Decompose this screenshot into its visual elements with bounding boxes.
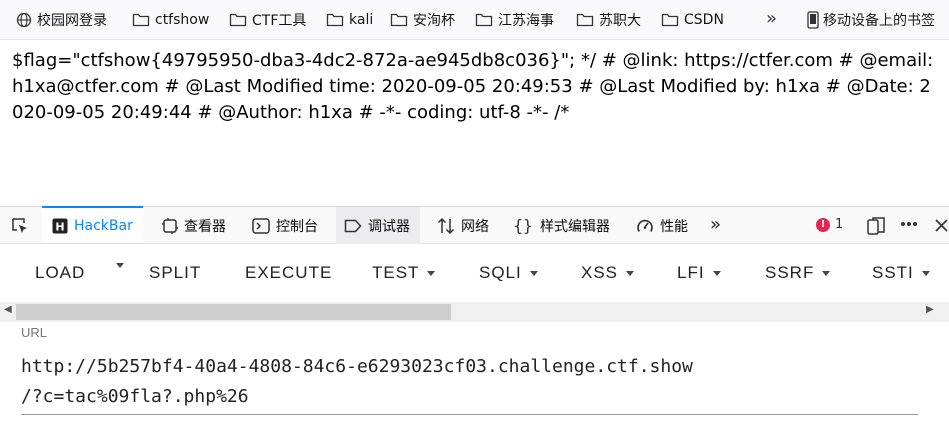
debugger-icon: [344, 219, 362, 232]
bookmark-label: 江苏海事: [498, 12, 554, 29]
devtools-overflow-chevron-icon[interactable]: »: [710, 214, 721, 235]
load-button[interactable]: LOAD: [35, 263, 85, 283]
tab-performance[interactable]: 性能: [636, 207, 688, 244]
load-dropdown[interactable]: [108, 263, 124, 268]
chevron-down-icon: [626, 270, 635, 276]
scroll-left-icon[interactable]: ◀: [4, 304, 12, 315]
globe-icon: [16, 12, 32, 27]
chevron-down-icon: [822, 270, 831, 276]
chevron-down-icon: [116, 263, 124, 268]
error-icon: !: [816, 217, 830, 232]
tab-label: 性能: [660, 218, 688, 235]
bookmark-label: CTF工具: [252, 12, 307, 29]
tab-console[interactable]: 控制台: [252, 207, 318, 244]
close-icon[interactable]: [934, 218, 949, 233]
bookmark-label: CSDN: [684, 11, 724, 28]
tab-network[interactable]: 网络: [437, 207, 489, 244]
url-label: URL: [21, 325, 48, 340]
horizontal-scrollbar[interactable]: ◀ ▶: [0, 302, 949, 322]
performance-icon: [637, 219, 653, 232]
bookmark-anxun[interactable]: 安洵杯: [390, 0, 455, 39]
hackbar-icon: H: [52, 218, 68, 233]
scrollbar-thumb[interactable]: [16, 304, 451, 320]
bookmark-label: 安洵杯: [413, 12, 455, 29]
tab-label: 样式编辑器: [540, 218, 610, 235]
error-count-badge[interactable]: ! 1: [816, 217, 843, 232]
devtools-toolbar: H HackBar 查看器 控制台 调试器 网络 {} 样式编辑器 性能 » !…: [0, 206, 949, 244]
bookmark-label: 校园网登录: [37, 12, 107, 29]
bookmark-label: 移动设备上的书签: [823, 13, 935, 29]
bookmark-suzhida[interactable]: 苏职大: [576, 0, 641, 39]
menu-label: LOAD: [35, 263, 86, 282]
tab-label: 网络: [461, 218, 489, 235]
url-input-underline: [21, 414, 918, 415]
menu-label: SSRF: [765, 263, 815, 282]
bookmark-csdn[interactable]: CSDN: [661, 0, 724, 39]
tab-label: 调试器: [368, 218, 410, 235]
tab-style-editor[interactable]: {} 样式编辑器: [512, 207, 610, 244]
folder-icon: [576, 13, 594, 27]
element-picker-icon[interactable]: [10, 216, 30, 236]
ssti-menu[interactable]: SSTI: [872, 263, 930, 283]
chevron-down-icon: [712, 270, 721, 276]
bookmarks-bar: 校园网登录 ctfshow CTF工具 kali 安洵杯 江苏海事 苏职大 CS…: [0, 0, 949, 40]
error-count: 1: [835, 217, 844, 232]
url-line: http://5b257bf4-40a4-4808-84c6-e6293023c…: [21, 356, 693, 377]
menu-label: SQLI: [479, 263, 522, 282]
console-icon: [252, 217, 270, 234]
mobile-device-icon: [807, 11, 819, 29]
inspector-icon: [162, 217, 178, 234]
folder-icon: [132, 13, 150, 27]
network-icon: [437, 217, 455, 234]
svg-text:H: H: [55, 220, 64, 233]
chevron-down-icon: [427, 270, 436, 276]
scroll-right-icon[interactable]: ▶: [926, 304, 934, 315]
execute-button[interactable]: EXECUTE: [245, 263, 332, 283]
bookmark-mobile[interactable]: 移动设备上的书签: [806, 0, 935, 39]
menu-label: EXECUTE: [245, 263, 333, 282]
folder-icon: [326, 13, 344, 27]
url-line: /?c=tac%09fla?.php%26: [21, 386, 249, 407]
menu-label: SSTI: [872, 263, 914, 282]
menu-label: LFI: [677, 263, 705, 282]
bookmark-label: kali: [349, 11, 374, 28]
sqli-menu[interactable]: SQLI: [479, 263, 538, 283]
tab-label: HackBar: [74, 217, 133, 234]
svg-text:{}: {}: [513, 217, 532, 235]
bookmark-campus-login[interactable]: 校园网登录: [16, 0, 107, 39]
bookmark-label: ctfshow: [155, 11, 210, 28]
test-menu[interactable]: TEST: [372, 263, 436, 283]
url-input[interactable]: http://5b257bf4-40a4-4808-84c6-e6293023c…: [21, 352, 921, 412]
tab-label: 控制台: [276, 218, 318, 235]
dock-layout-icon[interactable]: [866, 216, 886, 236]
chevron-down-icon: [921, 270, 930, 276]
more-options-icon[interactable]: [900, 221, 918, 227]
bookmark-kali[interactable]: kali: [326, 0, 374, 39]
folder-icon: [475, 13, 493, 27]
menu-label: XSS: [581, 263, 619, 282]
menu-label: TEST: [372, 263, 420, 282]
bookmark-label: 苏职大: [599, 12, 641, 29]
tab-inspector[interactable]: 查看器: [162, 207, 226, 244]
bookmark-ctfshow[interactable]: ctfshow: [132, 0, 210, 39]
hackbar-menu: LOAD SPLIT EXECUTE TEST SQLI XSS LFI SSR…: [0, 244, 949, 302]
split-button[interactable]: SPLIT: [149, 263, 201, 283]
menu-label: SPLIT: [149, 263, 202, 282]
lfi-menu[interactable]: LFI: [677, 263, 721, 283]
tab-hackbar[interactable]: H HackBar: [42, 206, 143, 243]
xss-menu[interactable]: XSS: [581, 263, 635, 283]
bookmark-ctf-tools[interactable]: CTF工具: [229, 0, 307, 39]
folder-icon: [229, 13, 247, 27]
page-content-text: $flag="ctfshow{49795950-dba3-4dc2-872a-a…: [12, 50, 934, 123]
bookmark-jiangsu-maritime[interactable]: 江苏海事: [475, 0, 554, 39]
folder-icon: [661, 13, 679, 27]
ssrf-menu[interactable]: SSRF: [765, 263, 831, 283]
tab-debugger[interactable]: 调试器: [336, 207, 420, 244]
style-editor-icon: {}: [513, 217, 532, 235]
folder-icon: [390, 13, 408, 27]
bookmarks-overflow-chevron-icon[interactable]: »: [766, 8, 777, 29]
tab-label: 查看器: [184, 218, 226, 235]
chevron-down-icon: [529, 270, 538, 276]
